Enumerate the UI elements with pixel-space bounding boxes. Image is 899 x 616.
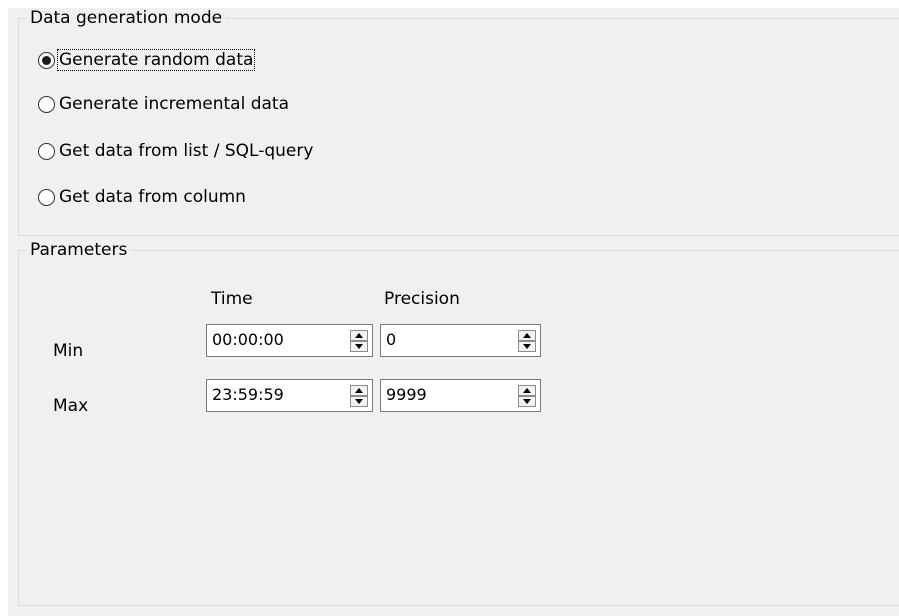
min-precision-value[interactable]: 0 xyxy=(386,330,396,350)
max-row-label: Max xyxy=(53,396,89,416)
radio-button-icon[interactable] xyxy=(38,95,55,113)
max-time-spinner[interactable]: 23:59:59 xyxy=(206,379,373,412)
radio-button-icon[interactable] xyxy=(38,142,55,160)
min-time-value[interactable]: 00:00:00 xyxy=(212,330,284,350)
radio-generate-incremental[interactable]: Generate incremental data xyxy=(38,92,290,116)
min-precision-spin-buttons xyxy=(518,330,536,352)
radio-button-icon[interactable] xyxy=(38,51,55,69)
precision-column-header: Precision xyxy=(384,289,460,309)
spin-down-button[interactable] xyxy=(518,396,536,407)
arrow-up-icon xyxy=(523,333,531,338)
spin-down-button[interactable] xyxy=(518,341,536,352)
min-time-spin-buttons xyxy=(350,330,368,352)
radio-selected-dot xyxy=(42,55,51,65)
time-column-header: Time xyxy=(211,289,253,309)
radio-list-sql-query[interactable]: Get data from list / SQL-query xyxy=(38,139,314,163)
radio-button-icon[interactable] xyxy=(38,188,55,206)
spin-down-button[interactable] xyxy=(350,341,368,352)
spin-up-button[interactable] xyxy=(350,330,368,341)
min-row-label: Min xyxy=(53,341,84,361)
arrow-down-icon xyxy=(523,344,531,349)
radio-label-generate-random: Generate random data xyxy=(56,49,256,71)
max-precision-spin-buttons xyxy=(518,385,536,407)
arrow-up-icon xyxy=(355,333,363,338)
min-time-spinner[interactable]: 00:00:00 xyxy=(206,324,373,357)
max-time-value[interactable]: 23:59:59 xyxy=(212,385,284,405)
max-precision-spinner[interactable]: 9999 xyxy=(380,379,541,412)
settings-panel: Data generation mode Generate random dat… xyxy=(8,8,899,616)
radio-data-from-column[interactable]: Get data from column xyxy=(38,185,247,209)
radio-label-list-sql-query: Get data from list / SQL-query xyxy=(59,141,314,161)
parameters-group-title: Parameters xyxy=(27,240,132,260)
arrow-up-icon xyxy=(523,388,531,393)
arrow-up-icon xyxy=(355,388,363,393)
radio-label-generate-incremental: Generate incremental data xyxy=(59,94,290,114)
min-precision-spinner[interactable]: 0 xyxy=(380,324,541,357)
arrow-down-icon xyxy=(355,399,363,404)
radio-generate-random[interactable]: Generate random data xyxy=(38,48,256,72)
max-precision-value[interactable]: 9999 xyxy=(386,385,427,405)
arrow-down-icon xyxy=(355,344,363,349)
spin-down-button[interactable] xyxy=(350,396,368,407)
spin-up-button[interactable] xyxy=(518,385,536,396)
spin-up-button[interactable] xyxy=(350,385,368,396)
data-generation-group-title: Data generation mode xyxy=(27,8,227,28)
max-time-spin-buttons xyxy=(350,385,368,407)
spin-up-button[interactable] xyxy=(518,330,536,341)
arrow-down-icon xyxy=(523,399,531,404)
radio-label-data-from-column: Get data from column xyxy=(59,187,246,207)
